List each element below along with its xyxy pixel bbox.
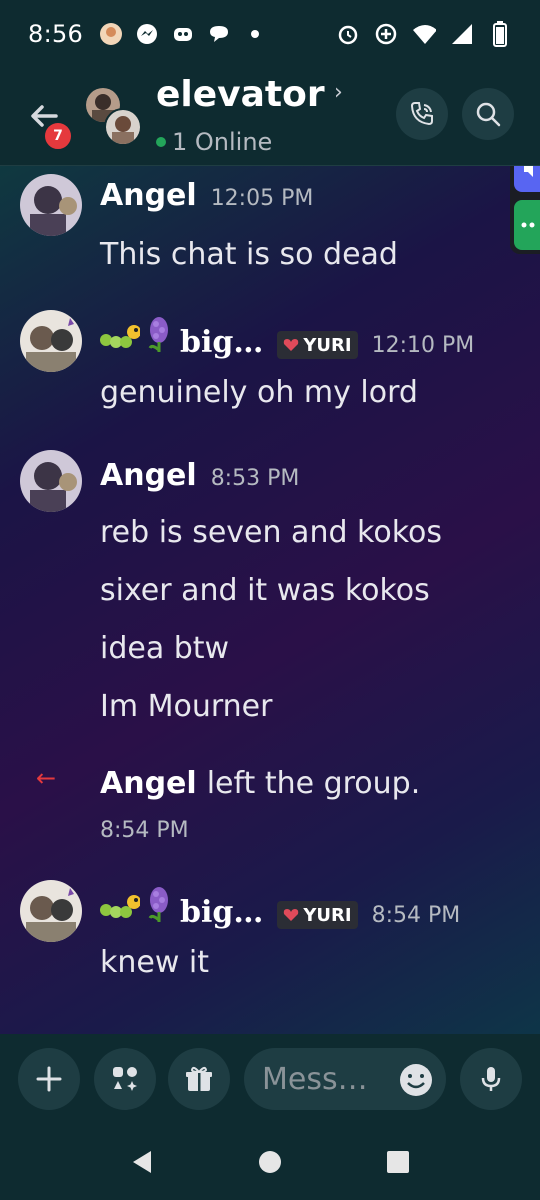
overlay-expand-button[interactable] <box>514 166 540 192</box>
message-list[interactable]: Angel 12:05 PM This chat is so dead big…… <box>0 166 540 1034</box>
system-nav-bar <box>0 1124 540 1200</box>
timestamp: 8:54 PM <box>371 903 461 928</box>
messenger-icon <box>135 22 159 46</box>
message-line: This chat is so dead <box>100 237 398 272</box>
apps-button[interactable] <box>94 1048 156 1110</box>
message-line: sixer and it was kokos <box>100 573 430 608</box>
gift-icon <box>186 1066 212 1091</box>
battery-icon <box>488 21 512 47</box>
emoji-smile-icon <box>400 1064 432 1096</box>
app-avatar-icon <box>99 22 123 46</box>
microphone-icon <box>481 1067 501 1091</box>
member-avatar <box>104 108 142 146</box>
emoji-button[interactable] <box>398 1062 434 1098</box>
chat-bubble-icon <box>207 22 231 46</box>
channel-title[interactable]: elevator <box>156 74 325 115</box>
nav-back-button[interactable] <box>128 1148 156 1176</box>
message-composer <box>0 1034 540 1124</box>
gift-button[interactable] <box>168 1048 230 1110</box>
signal-icon <box>450 22 474 46</box>
search-icon <box>476 102 501 127</box>
data-saver-icon <box>374 22 398 46</box>
search-button[interactable] <box>462 88 514 140</box>
timestamp: 8:54 PM <box>100 818 189 843</box>
hyacinth-icon <box>144 886 174 926</box>
caterpillar-icon <box>100 888 141 926</box>
chevron-right-icon[interactable]: › <box>334 80 343 105</box>
call-button[interactable] <box>396 88 448 140</box>
square-recents-icon <box>387 1151 409 1173</box>
role-tag: YURI <box>277 901 358 929</box>
alarm-icon <box>336 22 360 46</box>
wifi-icon <box>412 22 436 46</box>
dot-icon <box>243 22 267 46</box>
overlay-more-button[interactable] <box>514 200 540 250</box>
overlay-side-tabs <box>510 166 540 254</box>
speaker-icon <box>524 166 533 177</box>
username[interactable]: Angel <box>100 766 197 801</box>
message-text: reb is seven and kokos sixer and it was … <box>100 504 520 736</box>
heart-icon <box>284 339 299 351</box>
group-avatar[interactable] <box>84 86 144 146</box>
user-avatar[interactable] <box>20 310 82 372</box>
message-text: This chat is so dead <box>100 226 520 284</box>
system-text: left the group. <box>206 766 421 801</box>
home-circle-icon <box>259 1151 281 1173</box>
role-tag-label: YURI <box>303 334 352 356</box>
role-tag-label: YURI <box>303 904 352 926</box>
message-line: knew it <box>100 945 210 980</box>
discord-icon <box>171 22 195 46</box>
username[interactable]: Angel <box>100 458 197 493</box>
hyacinth-icon <box>144 316 174 356</box>
online-dot-icon <box>156 137 166 147</box>
timestamp: 12:05 PM <box>210 186 314 211</box>
username[interactable]: big… <box>180 325 263 360</box>
caterpillar-icon <box>100 318 141 356</box>
user-avatar[interactable] <box>20 880 82 942</box>
triangle-back-icon <box>133 1151 151 1173</box>
message-line: reb is seven and kokos <box>100 515 442 550</box>
status-bar: 8:56 <box>0 0 540 68</box>
phone-icon <box>410 102 433 126</box>
message-line: Im Mourner <box>100 689 273 724</box>
left-arrow-icon: ← <box>36 764 57 792</box>
more-dots-icon <box>521 222 535 228</box>
status-time: 8:56 <box>28 20 84 48</box>
username[interactable]: Angel <box>100 178 197 213</box>
apps-icon <box>113 1067 137 1091</box>
add-attachment-button[interactable] <box>18 1048 80 1110</box>
user-avatar[interactable] <box>20 174 82 236</box>
plus-icon <box>36 1066 62 1092</box>
nav-recents-button[interactable] <box>384 1148 412 1176</box>
timestamp: 12:10 PM <box>371 333 475 358</box>
nav-home-button[interactable] <box>256 1148 284 1176</box>
user-avatar[interactable] <box>20 450 82 512</box>
heart-icon <box>284 909 299 921</box>
online-text: 1 Online <box>172 128 273 156</box>
online-status: 1 Online <box>156 128 272 156</box>
channel-header: 7 elevator › 1 Online <box>0 68 540 166</box>
voice-message-button[interactable] <box>460 1048 522 1110</box>
role-tag: YURI <box>277 331 358 359</box>
message-text: genuinely oh my lord <box>100 364 520 422</box>
message-text: knew it <box>100 934 520 992</box>
username[interactable]: big… <box>180 895 263 930</box>
timestamp: 8:53 PM <box>210 466 300 491</box>
message-line: idea btw <box>100 631 230 666</box>
unread-badge: 7 <box>42 120 74 152</box>
message-line: genuinely oh my lord <box>100 375 418 410</box>
